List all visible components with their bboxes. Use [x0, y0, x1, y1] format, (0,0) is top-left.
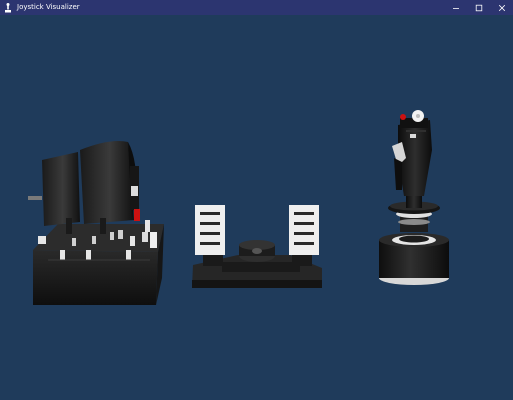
maximize-icon — [475, 4, 482, 11]
minimize-button[interactable] — [444, 0, 467, 15]
window-controls — [444, 0, 513, 15]
close-button[interactable] — [490, 0, 513, 15]
close-icon — [498, 4, 505, 11]
maximize-button[interactable] — [467, 0, 490, 15]
window-title: Joystick Visualizer — [17, 3, 80, 11]
flight-stick-model — [379, 110, 449, 285]
3d-viewport[interactable] — [0, 15, 513, 400]
title-bar[interactable]: Joystick Visualizer — [0, 0, 513, 15]
app-window: Joystick Visualizer — [0, 0, 513, 400]
joystick-icon — [3, 2, 13, 13]
rudder-pedals-model — [192, 205, 322, 288]
throttle-quadrant-model — [28, 141, 164, 305]
minimize-icon — [452, 7, 459, 9]
